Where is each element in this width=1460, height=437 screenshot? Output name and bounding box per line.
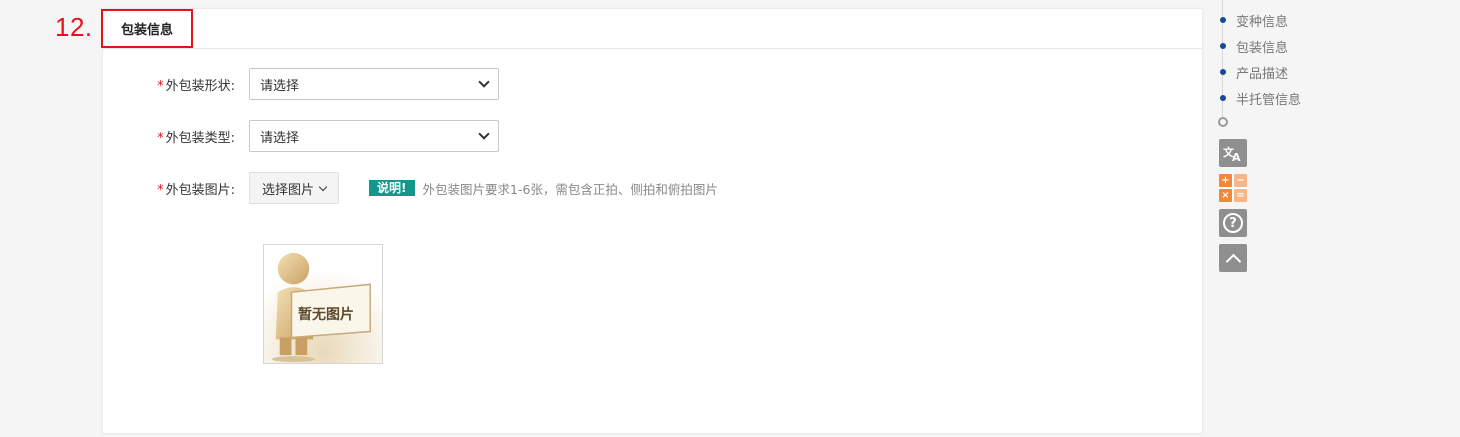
required-mark: * <box>157 182 164 198</box>
step-number: 12. <box>55 12 93 42</box>
right-side-nav: 变种信息 包装信息 产品描述 半托管信息 文 A + − × = ? <box>1214 0 1460 437</box>
calculator-icon[interactable]: + − × = <box>1219 174 1247 202</box>
outer-package-type-select[interactable]: 请选择 <box>249 120 499 152</box>
outer-package-image-row: * 外包装图片: 选择图片 说明! 外包装图片要求1-6张，需包含正拍、侧拍和俯拍… <box>103 172 718 204</box>
field-label: 外包装图片: <box>165 182 235 198</box>
chevron-down-icon <box>318 182 328 191</box>
outer-package-type-label: * 外包装类型: <box>103 127 249 146</box>
nav-item-label: 变种信息 <box>1236 14 1289 30</box>
nav-dot <box>1220 43 1226 49</box>
back-to-top-icon[interactable] <box>1219 244 1247 272</box>
nav-item-semi-managed-info[interactable]: 半托管信息 <box>1214 89 1302 108</box>
select-image-label: 选择图片 <box>262 182 315 198</box>
chevron-down-icon <box>478 128 490 140</box>
field-label: 外包装类型: <box>165 130 235 146</box>
required-mark: * <box>157 130 164 146</box>
nav-end-circle-icon <box>1218 117 1228 127</box>
select-value: 请选择 <box>260 130 300 146</box>
outer-package-type-row: * 外包装类型: 请选择 <box>103 120 499 152</box>
image-note: 说明! 外包装图片要求1-6张，需包含正拍、侧拍和俯拍图片 <box>369 179 718 198</box>
nav-item-packaging-info[interactable]: 包装信息 <box>1214 37 1289 56</box>
note-badge: 说明! <box>369 180 415 196</box>
nav-item-label: 产品描述 <box>1236 66 1289 82</box>
nav-dot <box>1220 17 1226 23</box>
nav-dot <box>1220 95 1226 101</box>
outer-package-shape-row: * 外包装形状: 请选择 <box>103 68 499 100</box>
outer-package-image-label: * 外包装图片: <box>103 179 249 198</box>
packaging-info-panel: 包装信息 * 外包装形状: 请选择 * 外包装类型: 请选择 * 外包装图片: 选择图… <box>101 8 1203 434</box>
nav-item-label: 半托管信息 <box>1236 92 1302 108</box>
field-label: 外包装形状: <box>165 78 235 94</box>
chevron-down-icon <box>478 76 490 88</box>
select-image-button[interactable]: 选择图片 <box>249 172 340 204</box>
nav-item-variant-info[interactable]: 变种信息 <box>1214 11 1289 30</box>
help-icon[interactable]: ? <box>1219 209 1247 237</box>
section-title: 包装信息 <box>101 9 193 48</box>
placeholder-text: 暂无图片 <box>298 307 354 323</box>
required-mark: * <box>157 78 164 94</box>
panel-header: 包装信息 <box>101 9 1202 49</box>
translate-icon[interactable]: 文 A <box>1219 139 1247 167</box>
nav-item-product-description[interactable]: 产品描述 <box>1214 63 1289 82</box>
svg-text:A: A <box>1232 151 1241 162</box>
outer-package-shape-label: * 外包装形状: <box>103 75 249 94</box>
outer-package-shape-select[interactable]: 请选择 <box>249 68 499 100</box>
select-value: 请选择 <box>260 78 300 94</box>
note-text: 外包装图片要求1-6张，需包含正拍、侧拍和俯拍图片 <box>422 181 718 197</box>
nav-item-label: 包装信息 <box>1236 40 1289 56</box>
no-image-placeholder: 暂无图片 <box>263 244 383 364</box>
nav-dot <box>1220 69 1226 75</box>
